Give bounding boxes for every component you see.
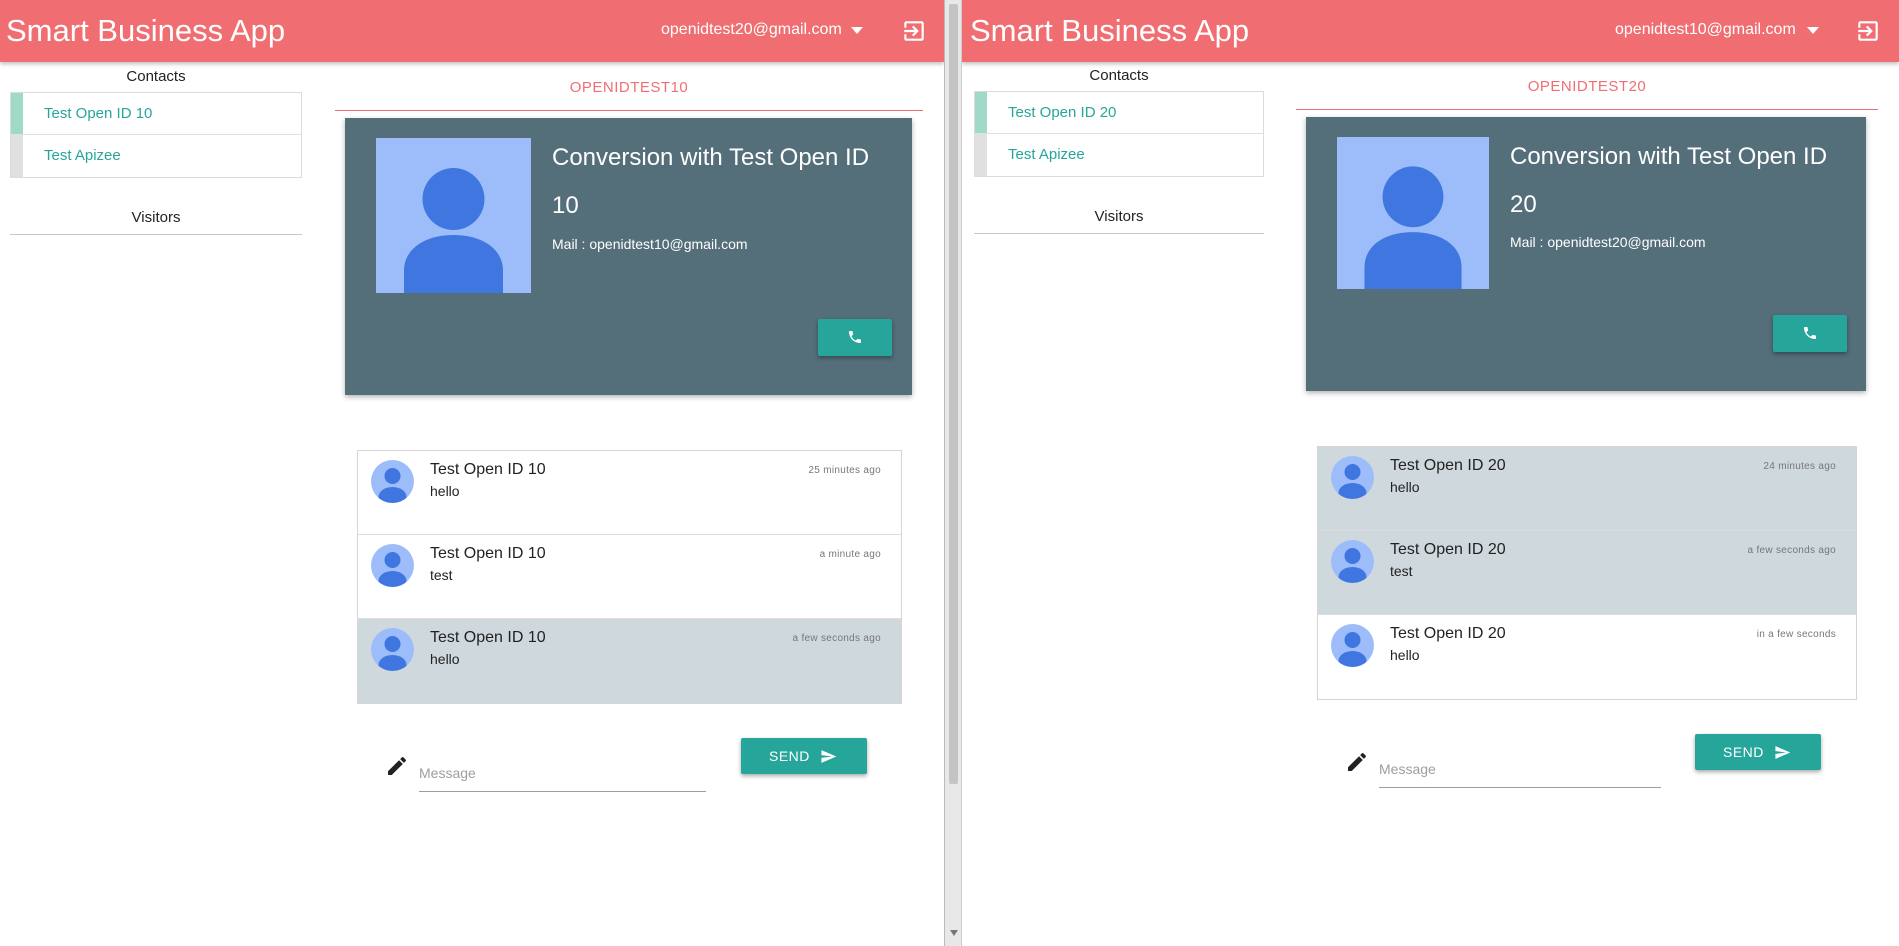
message-input[interactable] (419, 754, 706, 792)
contacts-list: Test Open ID 10 Test Apizee (10, 92, 302, 178)
card-mail: Mail : openidtest20@gmail.com (1510, 234, 1706, 250)
phone-icon (849, 331, 861, 343)
contacts-list: Test Open ID 20 Test Apizee (974, 91, 1264, 177)
message-sender: Test Open ID 20 (1390, 457, 1506, 474)
logout-icon[interactable] (901, 18, 927, 44)
message-list: Test Open ID 10 hello 25 minutes ago Tes… (357, 450, 902, 704)
avatar (371, 460, 414, 503)
contact-item[interactable]: Test Apizee (11, 135, 301, 177)
message-text: test (430, 567, 453, 583)
message-time: a few seconds ago (1747, 545, 1836, 556)
message-sender: Test Open ID 10 (430, 545, 546, 562)
visitors-title: Visitors (974, 208, 1264, 234)
conversation-tab[interactable]: OPENIDTEST20 (1296, 68, 1878, 110)
contacts-title: Contacts (126, 68, 186, 85)
app-title: Smart Business App (970, 13, 1250, 48)
logout-icon[interactable] (1855, 18, 1881, 44)
app-title: Smart Business App (6, 13, 286, 48)
user-email-menu[interactable]: openidtest10@gmail.com (1615, 21, 1796, 39)
visitors-title: Visitors (10, 209, 302, 235)
scroll-down-arrow-icon[interactable] (950, 930, 958, 936)
contact-item[interactable]: Test Open ID 10 (11, 93, 301, 135)
message-text: test (1390, 563, 1413, 579)
message-sender: Test Open ID 10 (430, 461, 546, 478)
avatar (1331, 624, 1374, 667)
scrollbar-thumb[interactable] (949, 4, 958, 784)
message-input[interactable] (1379, 750, 1661, 788)
card-headline: Conversion with Test Open ID 20 (1510, 143, 1828, 218)
chevron-down-icon[interactable] (1807, 27, 1819, 34)
send-label: SEND (1723, 744, 1764, 760)
call-button[interactable] (818, 319, 892, 356)
contact-indicator (11, 135, 23, 177)
message-time: a minute ago (819, 549, 881, 560)
contact-item[interactable]: Test Open ID 20 (975, 92, 1263, 134)
app-header: Smart Business App openidtest10@gmail.co… (962, 0, 1899, 62)
send-button[interactable]: SEND (741, 738, 867, 774)
message-time: a few seconds ago (792, 633, 881, 644)
phone-icon (1804, 327, 1816, 339)
pencil-icon (388, 756, 407, 775)
contact-photo (376, 138, 531, 293)
message-item[interactable]: Test Open ID 10 hello a few seconds ago (358, 619, 901, 703)
app-header: Smart Business App openidtest20@gmail.co… (0, 0, 944, 62)
pencil-icon (1348, 752, 1367, 771)
right-browser-window: Smart Business App openidtest10@gmail.co… (962, 0, 1899, 946)
contact-indicator (975, 92, 987, 133)
contact-item[interactable]: Test Apizee (975, 134, 1263, 176)
message-item[interactable]: Test Open ID 20 hello 24 minutes ago (1318, 447, 1856, 531)
card-headline: Conversion with Test Open ID 10 (552, 144, 870, 219)
contact-photo (1337, 137, 1489, 289)
message-list: Test Open ID 20 hello 24 minutes ago Tes… (1317, 446, 1857, 700)
message-sender: Test Open ID 20 (1390, 541, 1506, 558)
chevron-down-icon[interactable] (851, 27, 863, 34)
message-time: 25 minutes ago (808, 465, 881, 476)
message-item[interactable]: Test Open ID 20 test a few seconds ago (1318, 531, 1856, 615)
contacts-title: Contacts (1089, 67, 1149, 84)
message-text: hello (430, 651, 460, 667)
message-text: hello (430, 483, 460, 499)
conversation-tab[interactable]: OPENIDTEST10 (335, 69, 923, 111)
avatar (1331, 456, 1374, 499)
message-time: 24 minutes ago (1763, 461, 1836, 472)
avatar (371, 628, 414, 671)
message-item[interactable]: Test Open ID 20 hello in a few seconds (1318, 615, 1856, 699)
contact-card: Conversion with Test Open ID 10 Mail : o… (345, 118, 912, 395)
message-text: hello (1390, 479, 1420, 495)
message-text: hello (1390, 647, 1420, 663)
message-sender: Test Open ID 10 (430, 629, 546, 646)
contact-card: Conversion with Test Open ID 20 Mail : o… (1306, 117, 1866, 391)
message-sender: Test Open ID 20 (1390, 625, 1506, 642)
message-item[interactable]: Test Open ID 10 hello 25 minutes ago (358, 451, 901, 535)
send-button[interactable]: SEND (1695, 734, 1821, 770)
send-label: SEND (769, 748, 810, 764)
left-browser-window: Smart Business App openidtest20@gmail.co… (0, 0, 944, 946)
avatar (371, 544, 414, 587)
contact-indicator (11, 93, 23, 134)
window-scrollbar[interactable] (944, 0, 962, 946)
call-button[interactable] (1773, 315, 1847, 352)
send-icon (1775, 746, 1791, 759)
contact-indicator (975, 134, 987, 176)
card-mail: Mail : openidtest10@gmail.com (552, 236, 748, 252)
message-time: in a few seconds (1756, 629, 1836, 640)
user-email-menu[interactable]: openidtest20@gmail.com (661, 21, 842, 39)
message-item[interactable]: Test Open ID 10 test a minute ago (358, 535, 901, 619)
avatar (1331, 540, 1374, 583)
send-icon (821, 750, 837, 763)
